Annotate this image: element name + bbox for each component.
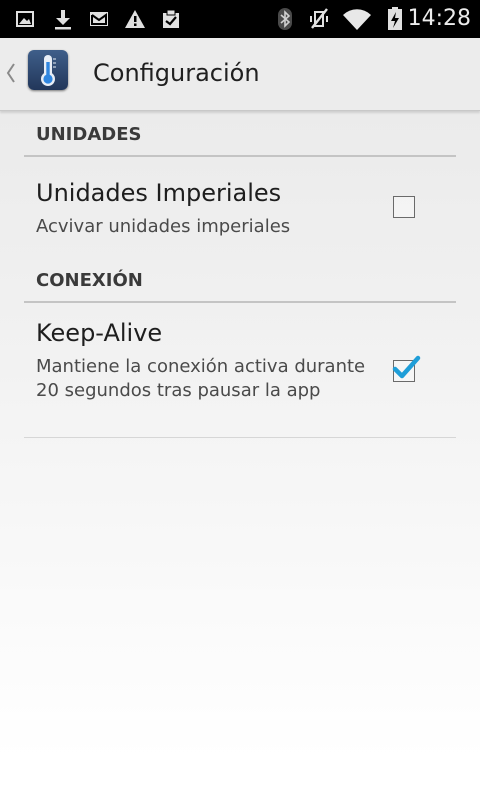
image-icon: [16, 11, 34, 27]
wifi-icon: [343, 9, 371, 30]
up-caret-icon[interactable]: [5, 60, 17, 86]
section-divider: [24, 301, 456, 303]
gmail-icon: [90, 12, 108, 26]
list-divider: [24, 437, 456, 438]
status-time: 14:28: [407, 6, 471, 31]
page-title: Configuración: [93, 59, 260, 87]
preference-summary: Mantiene la conexión activa durante 20 s…: [36, 356, 366, 401]
bluetooth-icon: [278, 8, 292, 30]
preference-title: Unidades Imperiales: [36, 179, 282, 207]
checkmark-icon: [392, 355, 421, 379]
download-icon: [55, 10, 71, 30]
section-header-unidades: UNIDADES: [36, 124, 142, 145]
battery-charging-icon: [388, 7, 402, 30]
vibrate-off-icon: [310, 8, 328, 29]
action-bar: Configuración: [0, 38, 480, 111]
clipboard-check-icon: [163, 9, 179, 28]
section-header-conexion: CONEXIÓN: [36, 270, 143, 291]
imperial-units-checkbox[interactable]: [393, 196, 415, 218]
thermometer-icon[interactable]: [28, 50, 68, 90]
preference-summary: Acvivar unidades imperiales: [36, 216, 291, 237]
status-bar: 14:28: [0, 0, 480, 38]
section-divider: [24, 155, 456, 157]
warning-icon: [125, 10, 145, 28]
preference-title: Keep-Alive: [36, 319, 163, 347]
